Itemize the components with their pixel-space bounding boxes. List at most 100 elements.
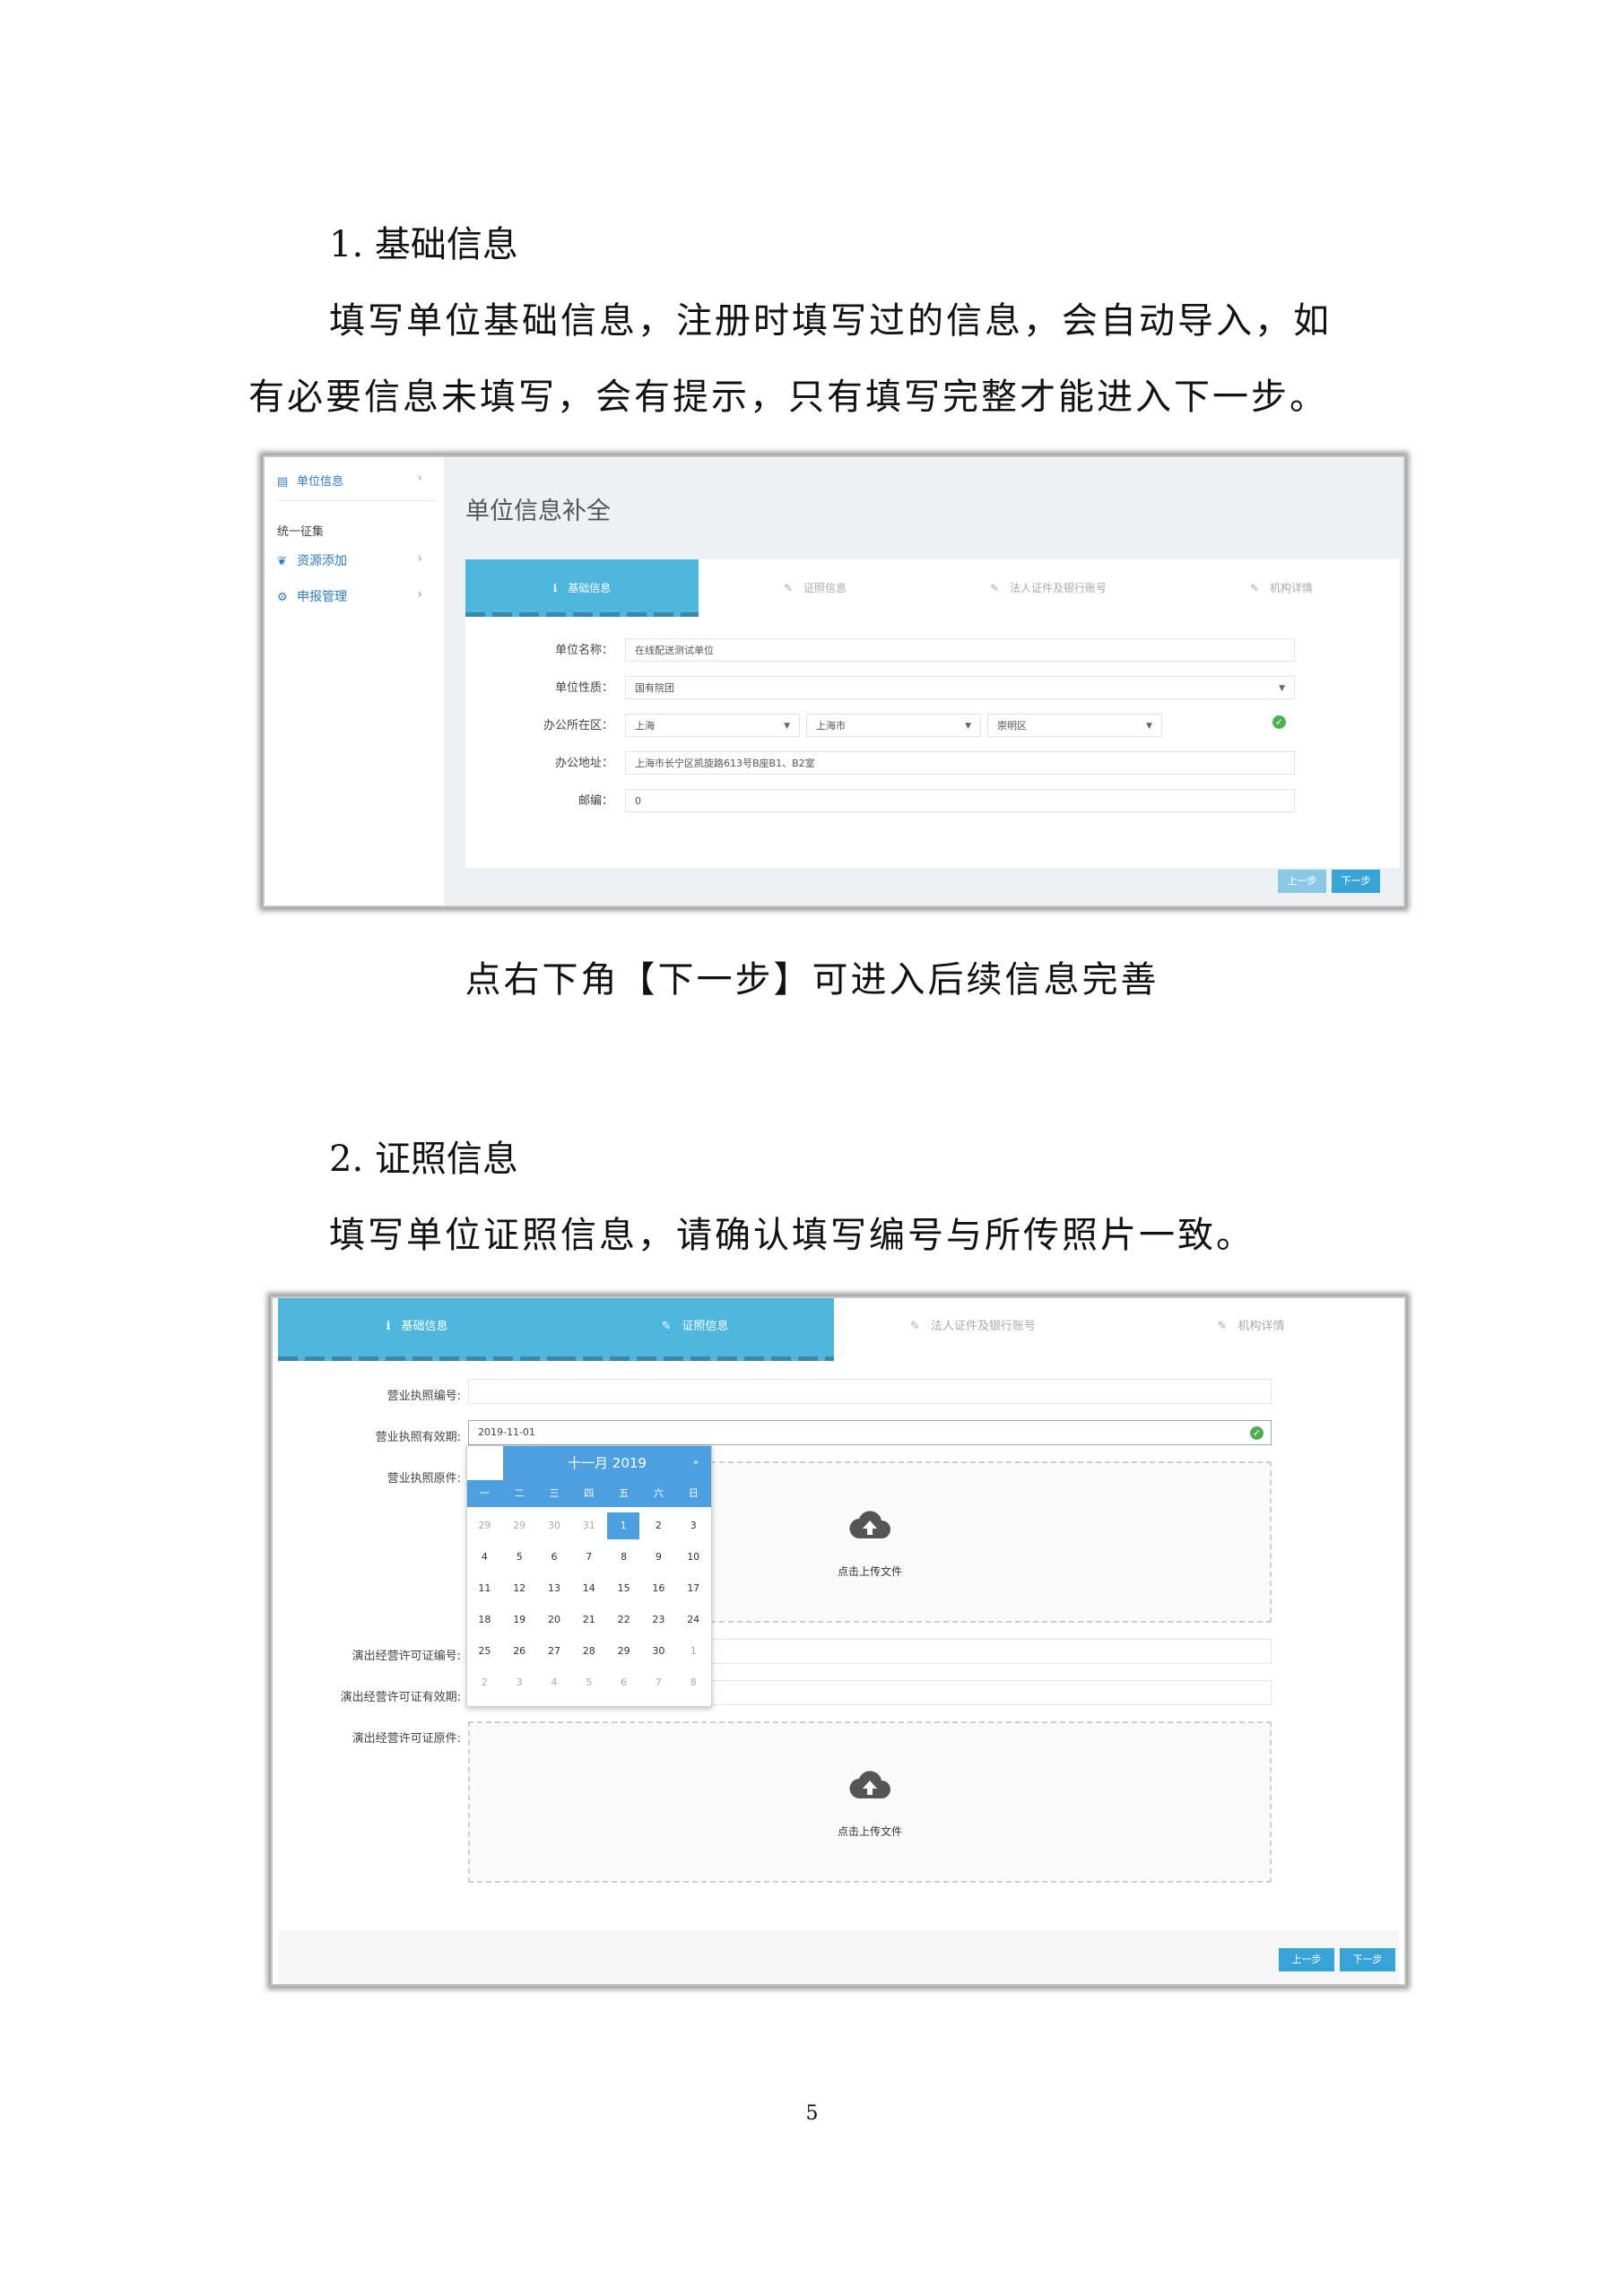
calendar-month-title[interactable]: 十一月 2019 » — [503, 1446, 711, 1480]
calendar-day[interactable]: 24 — [676, 1605, 711, 1635]
prev-step-button[interactable]: 上一步 — [1278, 870, 1326, 893]
calendar-day[interactable]: 8 — [606, 1542, 641, 1573]
caret-down-icon: ▼ — [965, 722, 971, 731]
calendar-day[interactable]: 22 — [606, 1605, 641, 1635]
calendar-day[interactable]: 3 — [676, 1511, 711, 1541]
calendar-prev-area[interactable] — [467, 1446, 503, 1480]
calendar-day[interactable]: 21 — [571, 1605, 606, 1635]
calendar-day[interactable]: 19 — [502, 1605, 537, 1635]
province-select[interactable]: 上海 ▼ — [625, 714, 800, 737]
calendar-day[interactable]: 12 — [502, 1573, 537, 1604]
calendar-day[interactable]: 5 — [571, 1668, 606, 1698]
calendar-day[interactable]: 6 — [606, 1668, 641, 1698]
postcode-input[interactable]: 0 — [625, 789, 1295, 812]
calendar-day[interactable]: 28 — [571, 1636, 606, 1667]
date-picker-popup: 十一月 2019 » 一 二 三 四 五 六 日 29 29 30 31 1 2 3 4 5 6 7… — [466, 1445, 712, 1707]
calendar-day[interactable]: 8 — [676, 1668, 711, 1698]
calendar-day[interactable]: 1 — [607, 1512, 640, 1539]
license-expiry-input[interactable]: 2019-11-01 — [468, 1420, 1272, 1445]
unit-type-label: 单位性质： — [554, 681, 613, 695]
office-address-input[interactable]: 上海市长宁区凯旋路613号B座B1、B2室 — [625, 751, 1295, 775]
postcode-label: 邮编： — [578, 794, 613, 808]
tab-license-info[interactable]: ✎ 证照信息 — [699, 559, 932, 617]
calendar-day[interactable]: 11 — [467, 1573, 502, 1604]
calendar-day[interactable]: 29 — [467, 1511, 502, 1541]
cloud-upload-icon — [849, 1511, 890, 1539]
license-expiry-label: 营业执照有效期: — [375, 1431, 461, 1444]
prev-step-button[interactable]: 上一步 — [1279, 1948, 1334, 1971]
office-region-label: 办公所在区： — [543, 719, 613, 732]
screenshot-basic-info: ▤ 单位信息 › 统一征集 ❦ 资源添加 › ⚙ 申报管理 › 单位信息补全 ℹ 基础信… — [263, 455, 1405, 907]
calendar-day[interactable]: 31 — [571, 1511, 606, 1541]
calendar-day[interactable]: 3 — [502, 1668, 537, 1698]
sidebar-item-unit-info[interactable]: ▤ 单位信息 › — [277, 472, 435, 501]
calendar-weekday-row: 一 二 三 四 五 六 日 — [467, 1480, 711, 1507]
office-address-label: 办公地址： — [554, 757, 613, 770]
calendar-day[interactable]: 2 — [467, 1668, 502, 1698]
tab-legal-bank[interactable]: ✎ 法人证件及银行账号 — [834, 1298, 1112, 1361]
tab-org-detail[interactable]: ✎ 机构详情 — [1112, 1298, 1390, 1361]
tab-legal-bank[interactable]: ✎ 法人证件及银行账号 — [932, 559, 1165, 617]
license-file-label: 营业执照原件: — [386, 1472, 461, 1486]
edit-icon: ✎ — [910, 1320, 920, 1333]
calendar-day[interactable]: 13 — [537, 1573, 572, 1604]
calendar-next-icon[interactable]: » — [693, 1446, 699, 1480]
calendar-day[interactable]: 18 — [467, 1605, 502, 1635]
unit-name-input[interactable]: 在线配送测试单位 — [625, 638, 1295, 662]
sidebar-item-resource-add[interactable]: ❦ 资源添加 › — [277, 551, 435, 569]
caret-down-icon: ▼ — [784, 722, 790, 731]
calendar-day[interactable]: 1 — [676, 1636, 711, 1667]
calendar-day[interactable]: 6 — [537, 1542, 572, 1573]
weekday-label: 三 — [549, 1487, 560, 1499]
calendar-day[interactable]: 25 — [467, 1636, 502, 1667]
calendar-day[interactable]: 9 — [641, 1542, 676, 1573]
calendar-day[interactable]: 27 — [537, 1636, 572, 1667]
next-step-button[interactable]: 下一步 — [1332, 870, 1380, 893]
calendar-day[interactable]: 4 — [467, 1542, 502, 1573]
calendar-day[interactable]: 26 — [502, 1636, 537, 1667]
table-icon: ▤ — [277, 475, 289, 489]
unit-type-select[interactable]: 国有院团 ▼ — [625, 676, 1295, 699]
license-number-label: 营业执照编号: — [386, 1390, 461, 1403]
perf-license-number-label: 演出经营许可证编号: — [352, 1650, 461, 1663]
district-select[interactable]: 崇明区 ▼ — [987, 714, 1162, 737]
calendar-day[interactable]: 16 — [641, 1573, 676, 1604]
section1-title: 1. 基础信息 — [329, 224, 518, 265]
tab-basic-info[interactable]: ℹ 基础信息 — [465, 559, 699, 617]
step-tabs: ℹ 基础信息 ✎ 证照信息 ✎ 法人证件及银行账号 ✎ 机构详情 — [465, 559, 1400, 617]
chevron-right-icon: › — [417, 587, 422, 602]
edit-icon: ✎ — [989, 582, 1000, 594]
calendar-day[interactable]: 30 — [641, 1636, 676, 1667]
info-icon: ℹ — [552, 582, 558, 594]
chevron-right-icon: › — [417, 551, 422, 566]
calendar-day[interactable]: 2 — [641, 1511, 676, 1541]
calendar-day[interactable]: 29 — [606, 1636, 641, 1667]
calendar-day[interactable]: 30 — [537, 1511, 572, 1541]
calendar-day[interactable]: 20 — [537, 1605, 572, 1635]
page-number: 5 — [805, 2102, 819, 2125]
tab-license-info[interactable]: ✎ 证照信息 — [556, 1298, 834, 1361]
tab-org-detail[interactable]: ✎ 机构详情 — [1165, 559, 1398, 617]
gear-icon: ⚙ — [277, 591, 288, 604]
calendar-day[interactable]: 7 — [641, 1668, 676, 1698]
calendar-day[interactable]: 4 — [537, 1668, 572, 1698]
leaf-icon: ❦ — [277, 555, 287, 568]
perf-license-upload-dropzone[interactable]: 点击上传文件 — [468, 1721, 1272, 1883]
weekday-label: 一 — [479, 1487, 490, 1499]
tab-basic-info[interactable]: ℹ 基础信息 — [278, 1298, 556, 1361]
calendar-day[interactable]: 15 — [606, 1573, 641, 1604]
calendar-day[interactable]: 10 — [676, 1542, 711, 1573]
next-step-button[interactable]: 下一步 — [1340, 1948, 1395, 1971]
calendar-day[interactable]: 17 — [676, 1573, 711, 1604]
calendar-day[interactable]: 14 — [571, 1573, 606, 1604]
calendar-day[interactable]: 23 — [641, 1605, 676, 1635]
calendar-day[interactable]: 29 — [502, 1511, 537, 1541]
sidebar-group-title: 统一征集 — [277, 525, 325, 539]
calendar-day[interactable]: 7 — [571, 1542, 606, 1573]
city-select[interactable]: 上海市 ▼ — [806, 714, 981, 737]
caret-down-icon: ▼ — [1279, 684, 1285, 693]
calendar-day[interactable]: 5 — [502, 1542, 537, 1573]
license-number-input[interactable] — [468, 1379, 1272, 1404]
sidebar-item-declare-manage[interactable]: ⚙ 申报管理 › — [277, 587, 435, 605]
main-content: 单位信息补全 ℹ 基础信息 ✎ 证照信息 ✎ 法人证件及银行账号 ✎ 机构详情 单位名称… — [444, 457, 1403, 905]
